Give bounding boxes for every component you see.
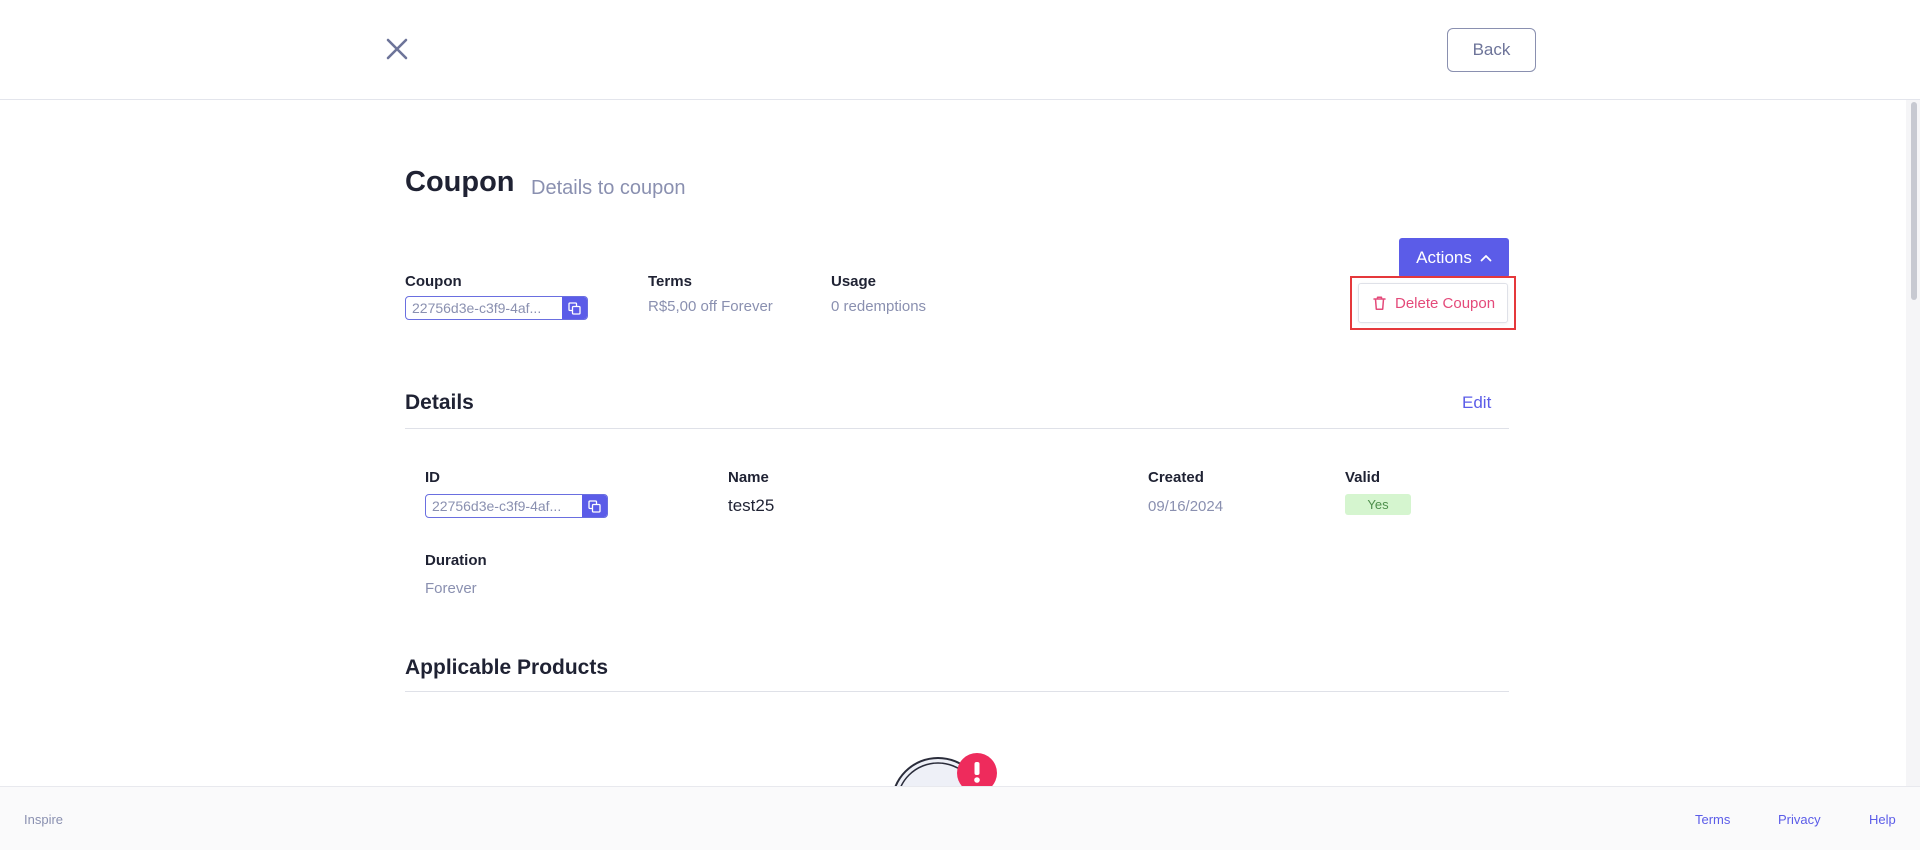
- details-divider: [405, 428, 1509, 429]
- footer-brand: Inspire: [24, 812, 64, 827]
- usage-label: Usage: [831, 273, 877, 290]
- coupon-id-value[interactable]: 22756d3e-c3f9-4af...: [406, 297, 562, 319]
- duration-label: Duration: [425, 552, 487, 569]
- footer-link-terms[interactable]: Terms: [1695, 812, 1730, 827]
- valid-badge: Yes: [1345, 494, 1411, 515]
- delete-coupon-label: Delete Coupon: [1395, 294, 1496, 312]
- copy-coupon-button[interactable]: [562, 297, 587, 319]
- id-label: ID: [425, 469, 440, 486]
- usage-value: 0 redemptions: [831, 298, 927, 315]
- name-label: Name: [728, 469, 769, 486]
- footer-link-help[interactable]: Help: [1869, 812, 1896, 827]
- created-value: 09/16/2024: [1148, 498, 1224, 515]
- back-button[interactable]: Back: [1447, 28, 1536, 72]
- terms-label: Terms: [648, 273, 692, 290]
- copy-icon: [568, 301, 581, 315]
- empty-state-illustration: [880, 752, 1006, 786]
- created-label: Created: [1148, 469, 1204, 486]
- delete-coupon-menu-item[interactable]: Delete Coupon: [1358, 283, 1508, 323]
- id-copy-field: 22756d3e-c3f9-4af...: [425, 494, 608, 518]
- copy-id-button[interactable]: [582, 495, 607, 517]
- scrollbar-thumb[interactable]: [1911, 102, 1917, 300]
- footer-link-privacy[interactable]: Privacy: [1778, 812, 1821, 827]
- chevron-up-icon: [1480, 255, 1492, 262]
- actions-label: Actions: [1416, 248, 1472, 267]
- id-value[interactable]: 22756d3e-c3f9-4af...: [426, 495, 582, 517]
- close-icon[interactable]: [384, 36, 410, 62]
- coupon-label: Coupon: [405, 273, 462, 290]
- page-title: Coupon: [405, 166, 515, 198]
- footer: Inspire Terms Privacy Help: [0, 786, 1920, 850]
- applicable-products-divider: [405, 691, 1509, 692]
- page-subtitle: Details to coupon: [531, 177, 686, 199]
- top-bar: Back: [0, 0, 1920, 100]
- coupon-copy-field: 22756d3e-c3f9-4af...: [405, 296, 588, 320]
- applicable-products-title: Applicable Products: [405, 656, 609, 679]
- scrollbar[interactable]: [1906, 100, 1920, 786]
- edit-link[interactable]: Edit: [1462, 393, 1491, 413]
- copy-icon: [588, 499, 601, 513]
- duration-value: Forever: [425, 580, 477, 597]
- terms-value: R$5,00 off Forever: [648, 298, 773, 315]
- details-title: Details: [405, 391, 474, 414]
- actions-button[interactable]: Actions: [1399, 238, 1509, 278]
- name-value: test25: [728, 496, 775, 515]
- valid-label: Valid: [1345, 469, 1381, 486]
- trash-icon: [1373, 296, 1386, 310]
